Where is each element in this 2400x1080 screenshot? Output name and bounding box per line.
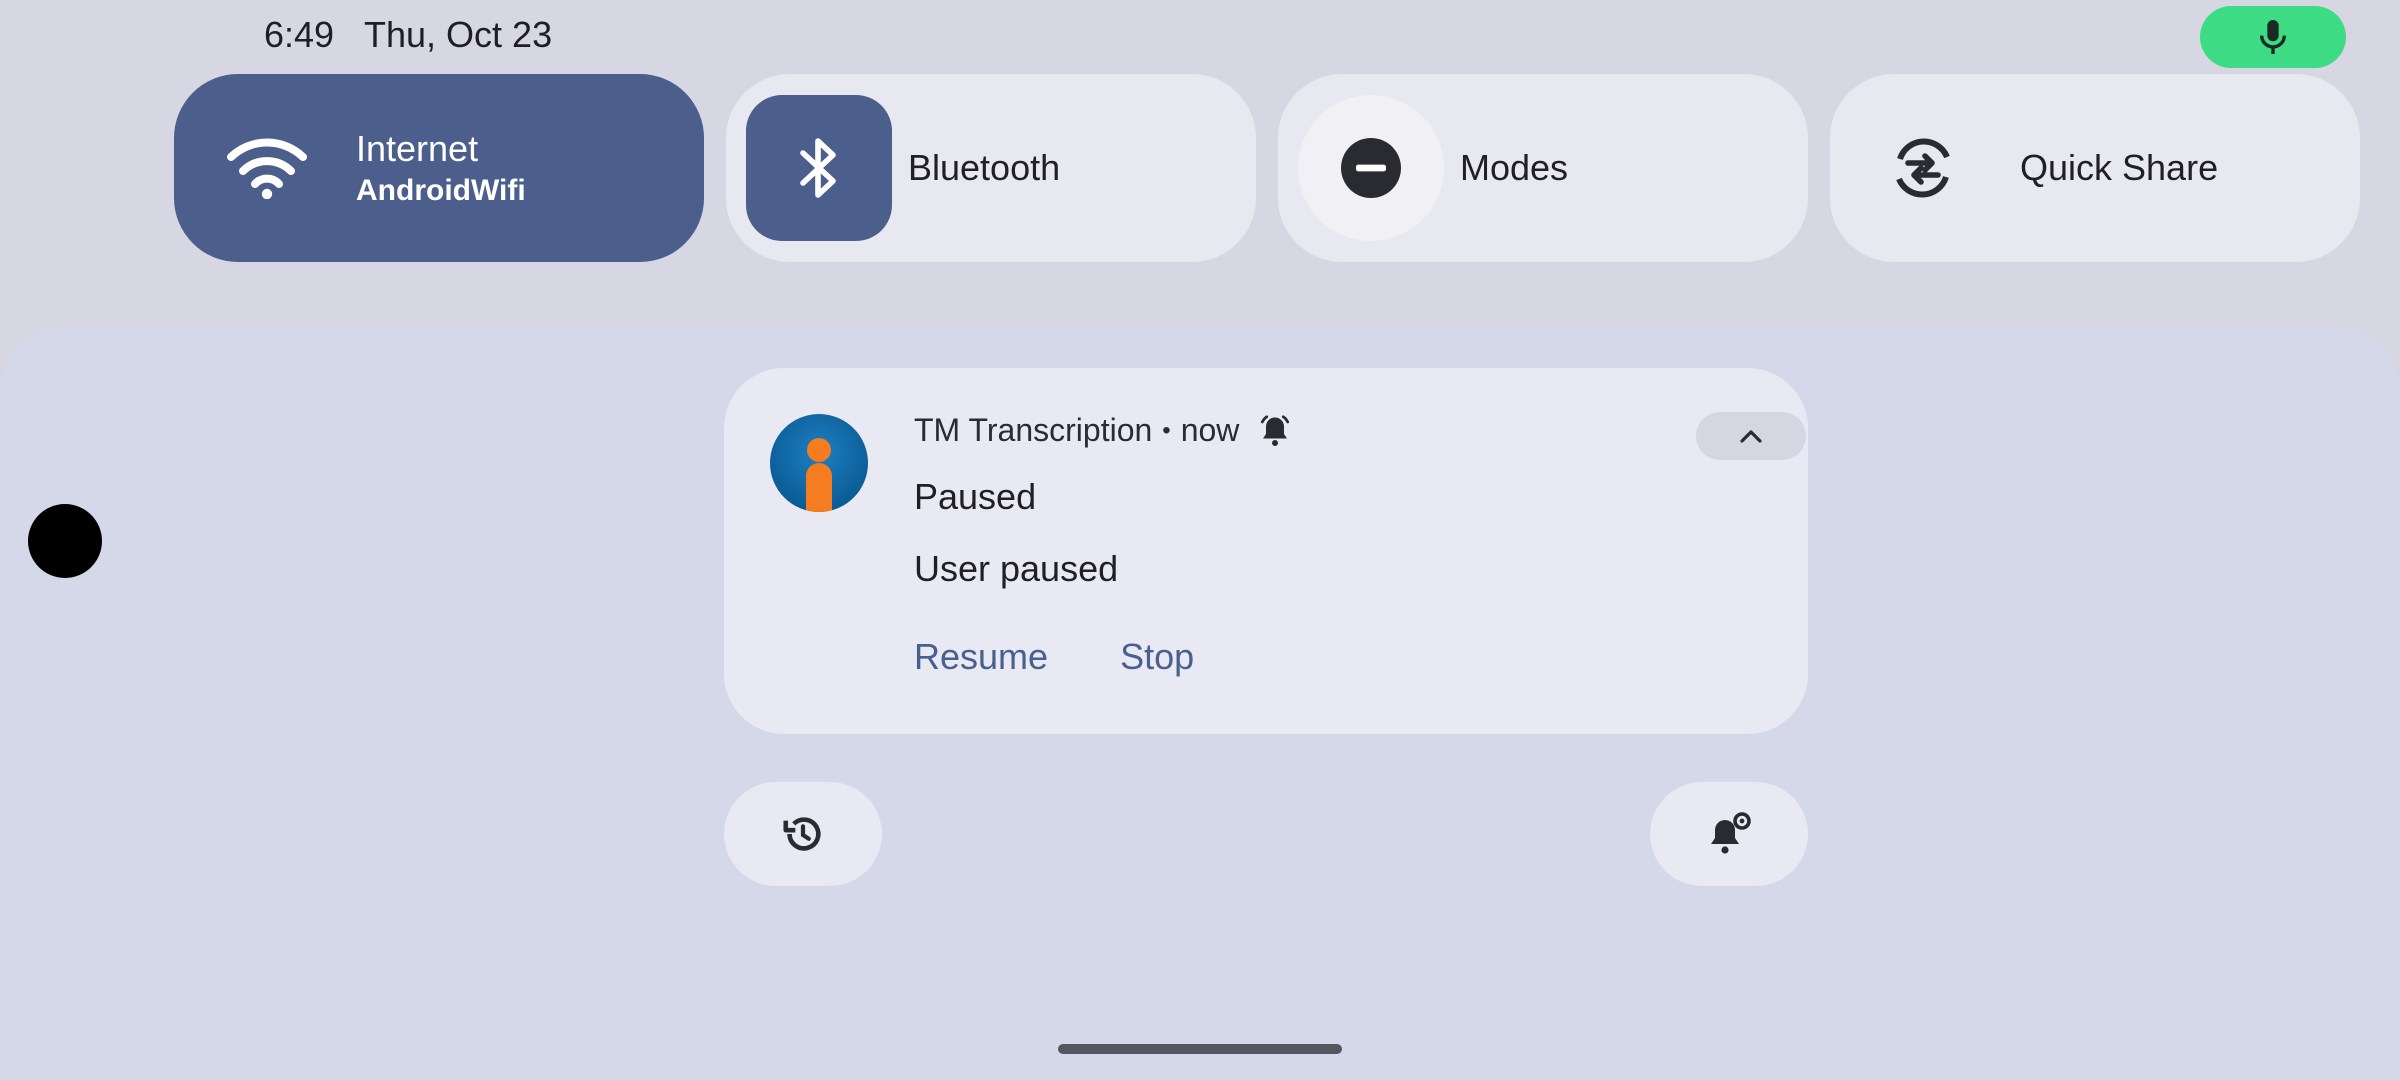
app-icon bbox=[770, 414, 868, 512]
screen: 6:49 Thu, Oct 23 Internet AndroidWifi Bl… bbox=[0, 0, 2400, 1080]
tile-quick-share[interactable]: Quick Share bbox=[1830, 74, 2360, 262]
notification-history-button[interactable] bbox=[724, 782, 882, 886]
tile-internet-text: Internet AndroidWifi bbox=[356, 128, 526, 208]
bluetooth-icon-wrapper[interactable] bbox=[746, 95, 892, 241]
do-not-disturb-icon bbox=[1341, 138, 1401, 198]
person-info-icon bbox=[806, 438, 832, 512]
tile-modes-label: Modes bbox=[1460, 147, 1569, 188]
history-icon bbox=[783, 817, 821, 851]
chevron-up-icon bbox=[1740, 430, 1762, 443]
tile-internet-sublabel: AndroidWifi bbox=[356, 174, 526, 207]
tile-quick-share-label: Quick Share bbox=[2020, 147, 2219, 188]
notification-actions: Resume Stop bbox=[914, 636, 1194, 678]
mic-privacy-chip[interactable] bbox=[2200, 6, 2346, 68]
mic-icon bbox=[2259, 20, 2287, 54]
notification-card[interactable]: TM Transcription • now Paused User pause… bbox=[724, 368, 1808, 734]
touch-indicator bbox=[28, 504, 102, 578]
notification-body: User paused bbox=[914, 548, 1119, 589]
wifi-icon-wrapper bbox=[194, 95, 340, 241]
status-time: 6:49 bbox=[264, 14, 335, 55]
notification-settings-icon bbox=[1711, 812, 1751, 854]
alerting-bell-icon bbox=[1261, 414, 1290, 446]
tile-internet-label: Internet bbox=[356, 128, 479, 169]
tile-modes[interactable]: Modes bbox=[1278, 74, 1808, 262]
tile-bluetooth-text: Bluetooth bbox=[908, 147, 1060, 189]
quick-share-icon-wrapper bbox=[1850, 95, 1996, 241]
quick-share-icon bbox=[1896, 138, 1950, 198]
notification-header: TM Transcription • now bbox=[914, 412, 1293, 449]
header-separator: • bbox=[1162, 416, 1171, 444]
modes-icon-wrapper[interactable] bbox=[1298, 95, 1444, 241]
home-indicator[interactable] bbox=[1058, 1044, 1342, 1054]
tile-internet[interactable]: Internet AndroidWifi bbox=[174, 74, 704, 262]
wifi-icon bbox=[227, 138, 307, 199]
tile-quick-share-text: Quick Share bbox=[2020, 147, 2218, 189]
notification-app-name: TM Transcription bbox=[914, 412, 1153, 448]
tile-bluetooth[interactable]: Bluetooth bbox=[726, 74, 1256, 262]
collapse-button[interactable] bbox=[1696, 412, 1806, 460]
notification-title: Paused bbox=[914, 476, 1037, 517]
tile-bluetooth-label: Bluetooth bbox=[908, 147, 1061, 188]
status-date: Thu, Oct 23 bbox=[364, 14, 553, 55]
notification-settings-button[interactable] bbox=[1650, 782, 1808, 886]
stop-button[interactable]: Stop bbox=[1120, 636, 1194, 678]
resume-button[interactable]: Resume bbox=[914, 636, 1048, 678]
notification-time: now bbox=[1180, 412, 1240, 448]
bluetooth-icon bbox=[800, 138, 836, 198]
tile-modes-text: Modes bbox=[1460, 147, 1568, 189]
